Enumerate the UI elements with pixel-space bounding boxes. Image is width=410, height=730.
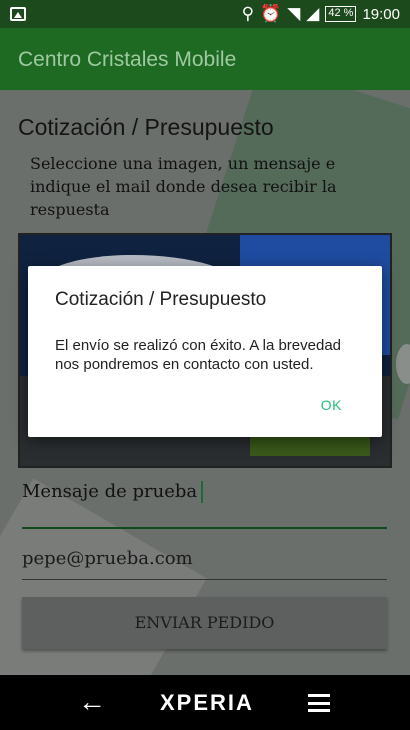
text-cursor [201,481,204,503]
status-icons: ⚲ ⏰ ◥ ◢ 42 % 19:00 [242,0,400,28]
menu-icon[interactable] [308,694,330,712]
message-input[interactable]: Mensaje de prueba [22,477,387,529]
brand-logo: XPERIA [160,690,254,715]
app-bar: Centro Cristales Mobile [0,28,410,90]
email-input-value: pepe@prueba.com [22,548,193,569]
email-input[interactable]: pepe@prueba.com [22,548,387,580]
wifi-icon: ◥ [287,4,301,23]
image-icon [10,7,26,21]
dialog-ok-button[interactable]: OK [321,397,342,413]
signal-icon: ◢ [306,4,320,23]
battery-icon: 42 % [325,6,357,22]
location-icon: ⚲ [241,4,255,23]
app-title: Centro Cristales Mobile [18,48,237,71]
dialog-title: Cotización / Presupuesto [55,289,267,310]
message-input-value: Mensaje de prueba [22,481,198,502]
page-title: Cotización / Presupuesto [18,114,274,140]
navigation-bar: ← XPERIA [0,675,410,730]
status-bar: ⚲ ⏰ ◥ ◢ 42 % 19:00 [0,0,410,28]
back-arrow-icon[interactable]: ← [78,688,106,716]
clock: 19:00 [362,5,400,23]
send-order-button[interactable]: ENVIAR PEDIDO [22,597,387,649]
instructions-text: Seleccione una imagen, un mensaje e indi… [30,154,337,219]
dialog-message: El envío se realizó con éxito. A la brev… [55,337,342,373]
alarm-icon: ⏰ [260,4,282,23]
success-dialog: Cotización / Presupuesto El envío se rea… [28,266,382,437]
